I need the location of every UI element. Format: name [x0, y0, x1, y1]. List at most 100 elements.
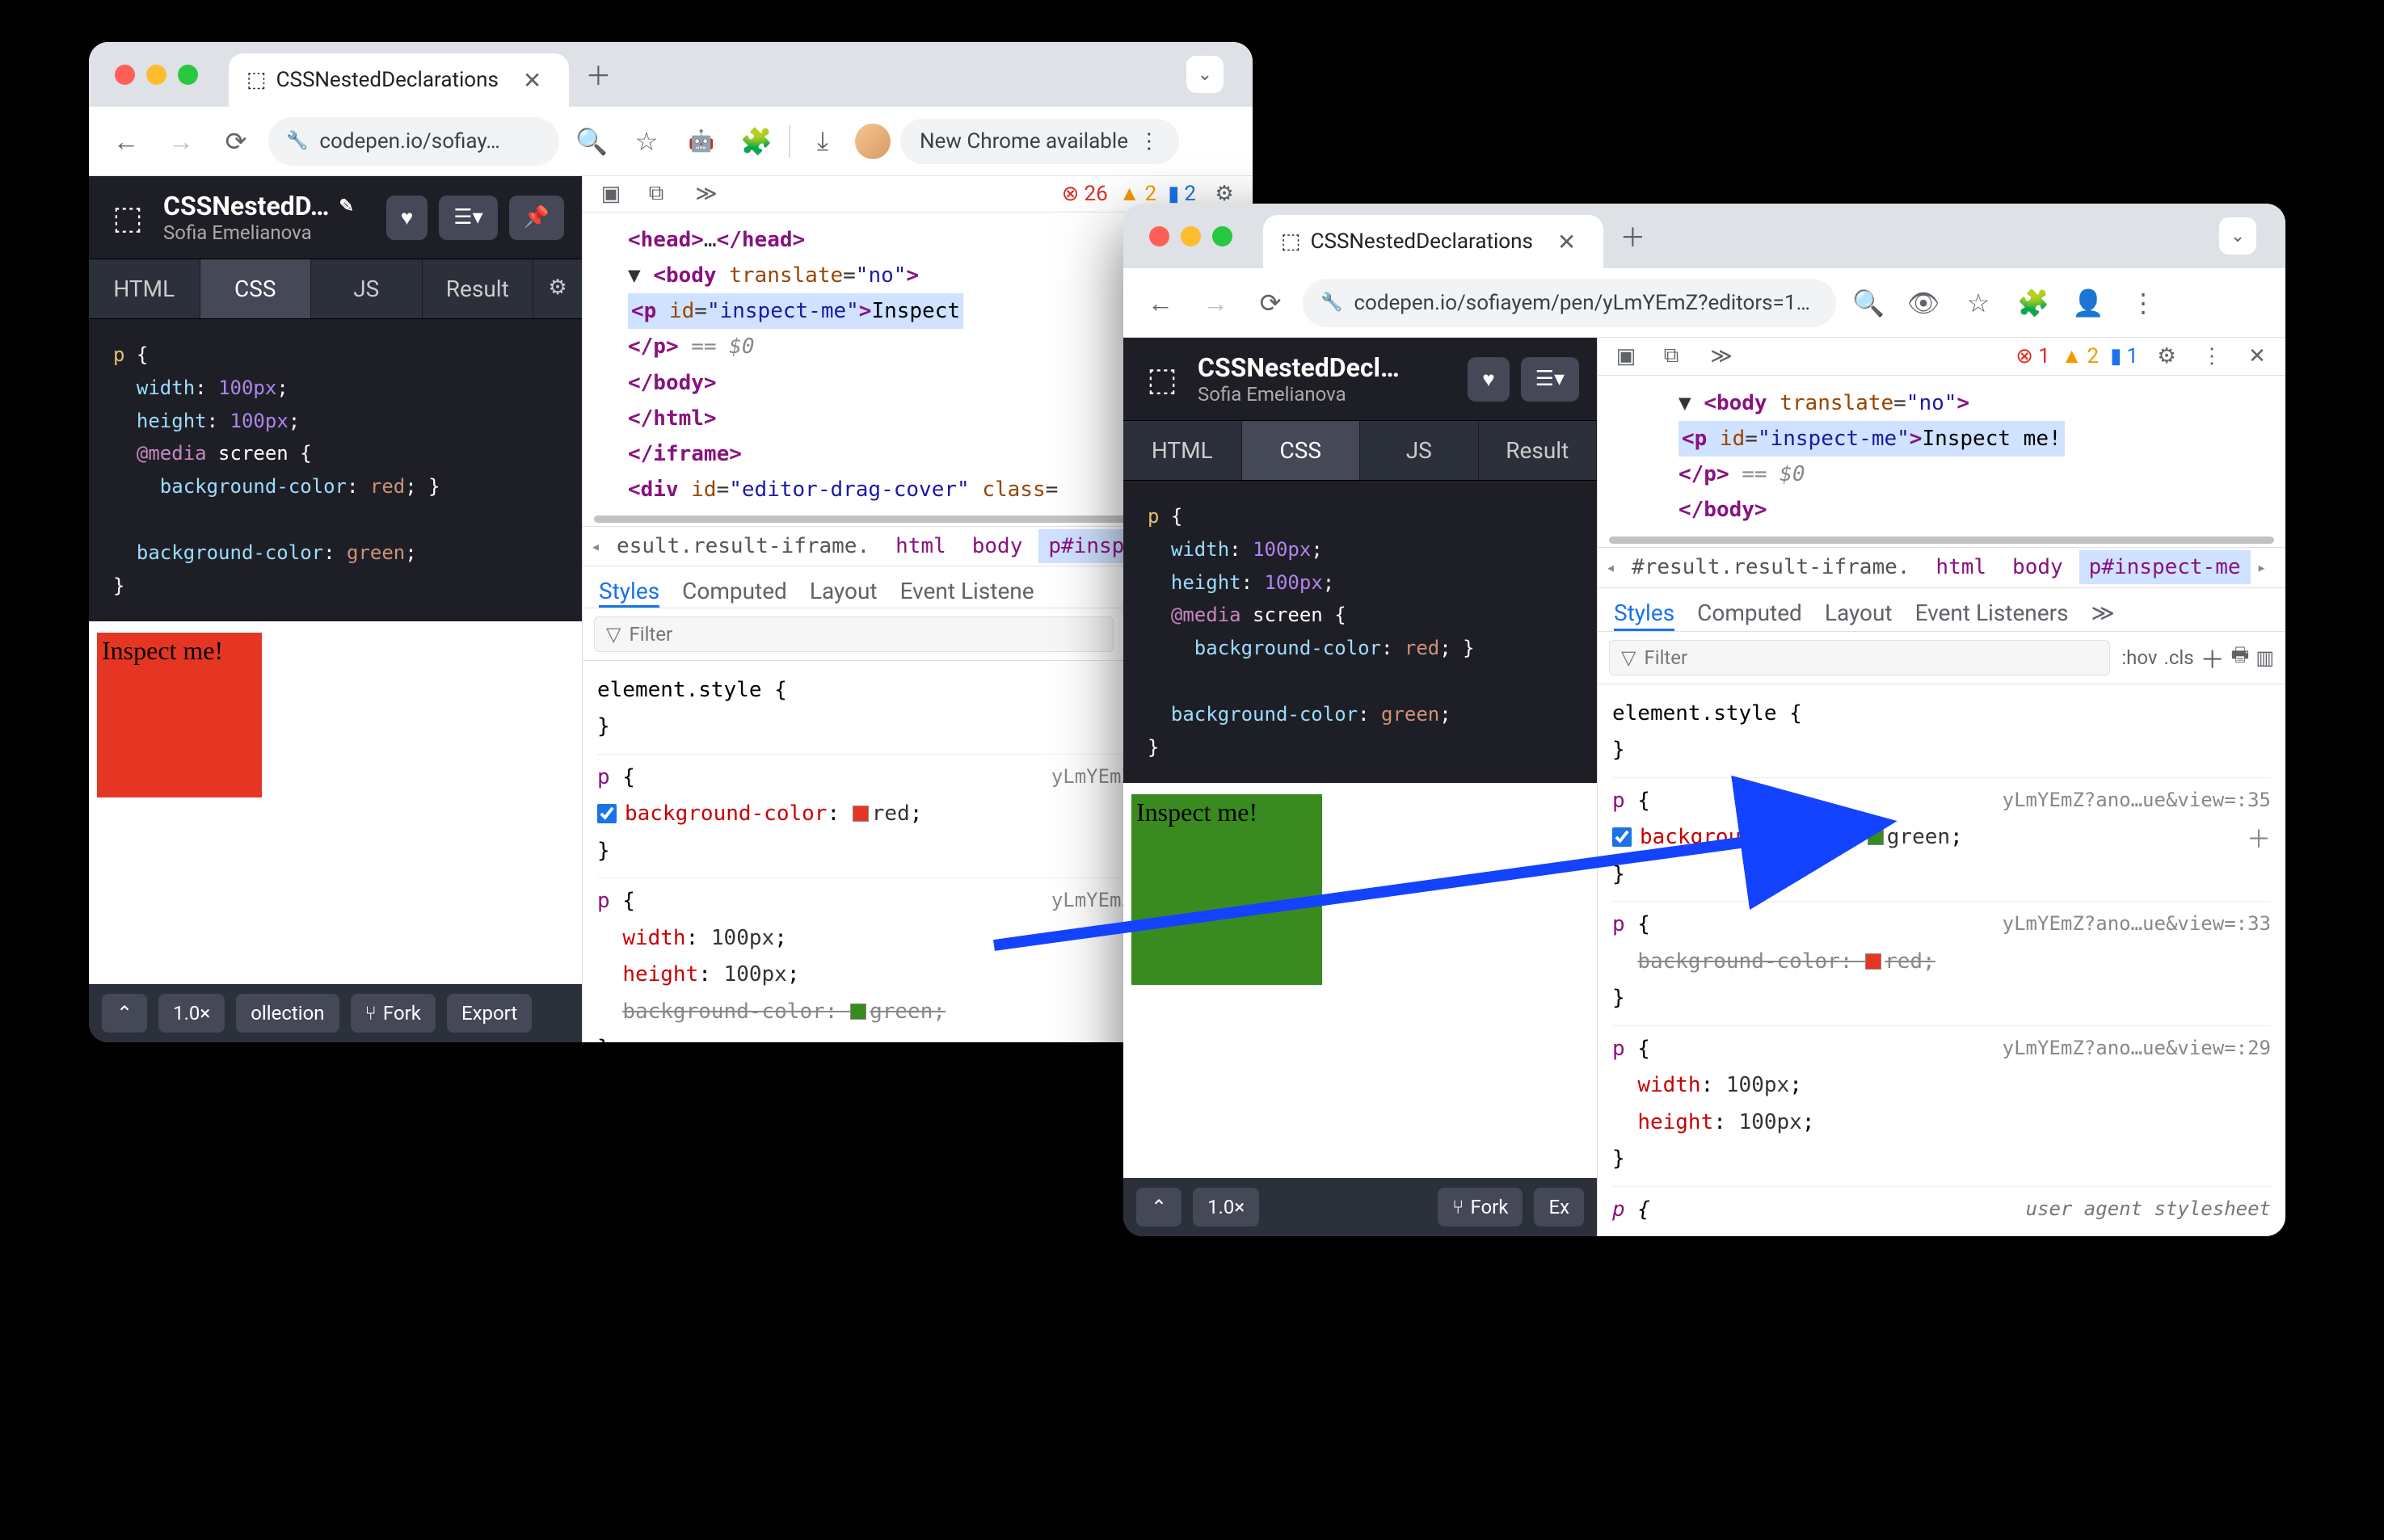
crumb-prev-icon[interactable]: ◂ — [1606, 558, 1615, 577]
zoom-icon[interactable]: 🔍 — [1846, 280, 1891, 326]
crumb-html[interactable]: html — [1926, 550, 1996, 584]
crumb-selected[interactable]: p#insp — [1038, 529, 1134, 563]
new-tab-button[interactable]: ＋ — [580, 57, 616, 92]
maximize-window-icon[interactable] — [178, 65, 198, 85]
more-panels-icon[interactable]: ≫ — [1704, 339, 1738, 373]
subtab-styles[interactable]: Styles — [1614, 600, 1674, 631]
dom-tree[interactable]: ▼ <body translate="no"> <p id="inspect-m… — [1598, 376, 2285, 530]
fork-button[interactable]: ⑂ Fork — [351, 994, 436, 1033]
pin-button[interactable]: 📌 — [509, 196, 564, 240]
device-mode-icon[interactable]: ⧉ — [639, 177, 673, 211]
incognito-icon[interactable]: 👁 — [1901, 280, 1946, 326]
subtab-more-icon[interactable]: ≫ — [2091, 600, 2115, 631]
profile-avatar[interactable] — [855, 124, 891, 159]
close-window-icon[interactable] — [115, 65, 135, 85]
tab-result[interactable]: Result — [423, 259, 534, 318]
zoom-icon[interactable]: 🔍 — [569, 119, 614, 164]
codepen-logo-icon[interactable]: ⬚ — [107, 196, 149, 238]
tab-css[interactable]: CSS — [200, 259, 312, 318]
reload-button[interactable]: ⟳ — [213, 119, 259, 164]
color-swatch-icon[interactable] — [850, 1004, 866, 1020]
maximize-window-icon[interactable] — [1212, 226, 1232, 246]
layout-button[interactable]: ☰▾ — [1521, 357, 1579, 402]
close-window-icon[interactable] — [1149, 226, 1169, 246]
browser-tab[interactable]: ⬚ CSSNestedDeclarations ✕ — [229, 53, 569, 107]
new-tab-button[interactable]: ＋ — [1615, 218, 1650, 254]
tab-js[interactable]: JS — [311, 259, 423, 318]
info-count[interactable]: ▮ 1 — [2110, 344, 2138, 368]
reload-button[interactable]: ⟳ — [1248, 280, 1293, 326]
downloads-icon[interactable]: ⤓ — [800, 119, 845, 164]
inspect-me-element[interactable]: Inspect me! — [97, 633, 262, 797]
error-count[interactable]: ⊗ 1 — [2015, 344, 2049, 368]
export-button[interactable]: Export — [447, 994, 532, 1033]
close-tab-icon[interactable]: ✕ — [1557, 229, 1576, 255]
inspect-me-element[interactable]: Inspect me! — [1131, 794, 1322, 985]
console-toggle[interactable]: ⌃ — [102, 994, 147, 1033]
dom-scrollbar[interactable] — [1609, 536, 2274, 544]
styles-rules[interactable]: element.style {} yLmYEmZ?ano…ue&view=:35… — [1598, 684, 2285, 1236]
minimize-window-icon[interactable] — [1181, 226, 1201, 246]
devtools-settings-icon[interactable]: ⚙ — [2150, 339, 2184, 373]
update-chrome-button[interactable]: New Chrome available ⋮ — [900, 119, 1179, 164]
address-bar[interactable]: 🔧 codepen.io/sofiay… — [268, 117, 559, 166]
tab-search-button[interactable]: ⌄ — [1186, 56, 1224, 93]
css-editor[interactable]: p { width: 100px; height: 100px; @media … — [1123, 481, 1597, 783]
zoom-level[interactable]: 1.0× — [1193, 1188, 1259, 1227]
crumb-body[interactable]: body — [962, 529, 1033, 563]
subtab-computed[interactable]: Computed — [1697, 600, 1802, 631]
subtab-events[interactable]: Event Listene — [900, 578, 1034, 608]
tab-html[interactable]: HTML — [89, 259, 200, 318]
tab-result[interactable]: Result — [1479, 421, 1598, 480]
inspect-element-icon[interactable]: ▣ — [594, 177, 628, 211]
console-toggle[interactable]: ⌃ — [1136, 1188, 1181, 1227]
close-tab-icon[interactable]: ✕ — [523, 67, 541, 94]
warning-count[interactable]: ▲ 2 — [1119, 181, 1156, 206]
editor-settings-icon[interactable]: ⚙ — [533, 259, 582, 318]
color-swatch-icon[interactable] — [1865, 953, 1881, 970]
export-button[interactable]: Ex — [1534, 1188, 1584, 1227]
crumb-html[interactable]: html — [886, 529, 956, 563]
address-bar[interactable]: 🔧 codepen.io/sofiayem/pen/yLmYEmZ?editor… — [1303, 279, 1836, 327]
tab-css[interactable]: CSS — [1242, 421, 1361, 480]
extensions-icon[interactable]: 🧩 — [2011, 280, 2056, 326]
property-toggle[interactable] — [597, 804, 617, 823]
crumb-body[interactable]: body — [2003, 550, 2073, 584]
more-panels-icon[interactable]: ≫ — [689, 177, 723, 211]
color-swatch-icon[interactable] — [853, 806, 869, 822]
bookmark-icon[interactable]: ☆ — [624, 119, 669, 164]
forward-button[interactable]: → — [158, 119, 204, 164]
bookmark-icon[interactable]: ☆ — [1956, 280, 2001, 326]
forward-button[interactable]: → — [1193, 280, 1238, 326]
crumb-iframe[interactable]: esult.result-iframe. — [607, 529, 879, 563]
warning-count[interactable]: ▲ 2 — [2062, 343, 2099, 368]
robot-icon[interactable]: 🤖 — [679, 119, 724, 164]
crumb-prev-icon[interactable]: ◂ — [591, 536, 600, 556]
info-count[interactable]: ▮ 2 — [1168, 182, 1196, 206]
tab-html[interactable]: HTML — [1123, 421, 1242, 480]
subtab-layout[interactable]: Layout — [1825, 600, 1893, 631]
profile-icon[interactable]: 👤 — [2066, 280, 2111, 326]
zoom-level[interactable]: 1.0× — [158, 994, 225, 1033]
subtab-layout[interactable]: Layout — [810, 578, 878, 608]
print-media-icon[interactable]: 🖶 — [2231, 641, 2250, 674]
new-rule-icon[interactable]: ＋ — [2201, 640, 2225, 675]
love-button[interactable]: ♥ — [386, 196, 428, 240]
error-count[interactable]: ⊗ 26 — [1062, 182, 1108, 206]
back-button[interactable]: ← — [1138, 280, 1183, 326]
device-mode-icon[interactable]: ⧉ — [1654, 339, 1688, 373]
codepen-logo-icon[interactable]: ⬚ — [1141, 358, 1183, 400]
fork-button[interactable]: ⑂ Fork — [1438, 1188, 1523, 1227]
computed-toggle-icon[interactable]: ▥ — [2256, 646, 2274, 669]
subtab-styles[interactable]: Styles — [599, 578, 659, 608]
inspect-element-icon[interactable]: ▣ — [1609, 339, 1643, 373]
site-info-icon[interactable]: 🔧 — [1320, 292, 1342, 313]
browser-menu-icon[interactable]: ⋮ — [2121, 280, 2166, 326]
subtab-events[interactable]: Event Listeners — [1915, 600, 2069, 631]
tab-js[interactable]: JS — [1360, 421, 1479, 480]
devtools-menu-icon[interactable]: ⋮ — [2195, 339, 2229, 373]
crumb-selected[interactable]: p#inspect-me — [2079, 550, 2251, 584]
css-editor[interactable]: p { width: 100px; height: 100px; @media … — [89, 319, 582, 621]
styles-filter-input[interactable]: ▽ Filter — [594, 616, 1114, 652]
back-button[interactable]: ← — [103, 119, 149, 164]
